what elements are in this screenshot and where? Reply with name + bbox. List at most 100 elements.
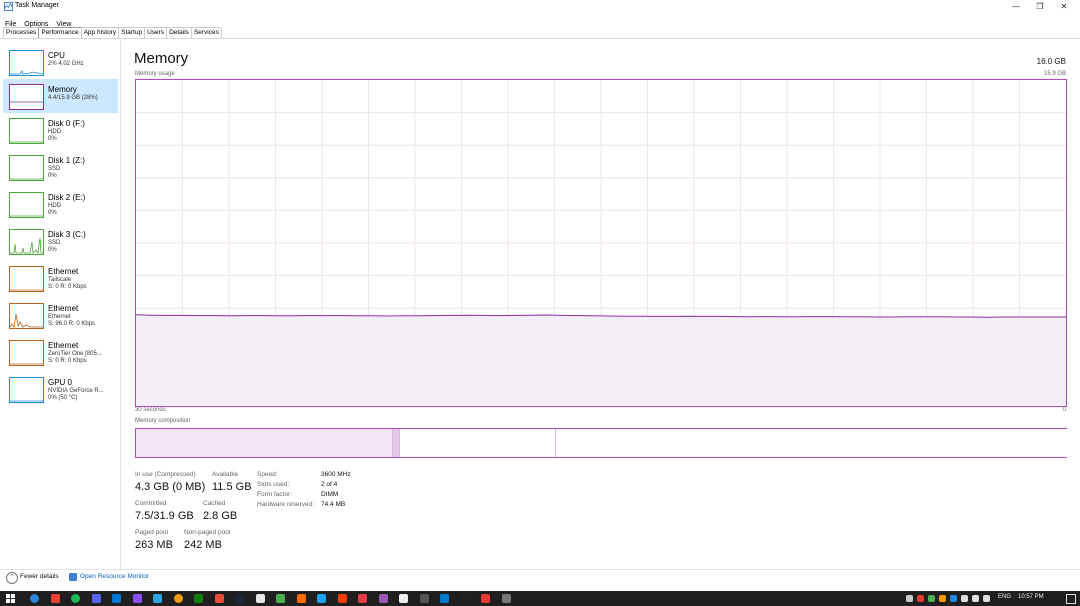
thumbnail-sparkline: [10, 215, 43, 217]
gpu-thumbnail: [9, 377, 44, 403]
disk-thumbnail: [9, 192, 44, 218]
tab-users[interactable]: Users: [144, 27, 168, 38]
system-tray-icon[interactable]: [906, 595, 913, 602]
taskbar-app-icon[interactable]: [30, 594, 39, 603]
sidebar-item-detail: NVIDIA GeForce R...: [48, 388, 104, 394]
sidebar-item-label: Memory: [48, 85, 77, 94]
memory-usage-max: 15.9 GB: [1043, 71, 1066, 77]
system-tray-icon[interactable]: [917, 595, 924, 602]
form-factor-value: DIMM: [321, 491, 339, 498]
language-indicator[interactable]: ENG: [998, 594, 1011, 600]
sidebar-item-cpu[interactable]: CPU 2% 4.02 GHz: [3, 45, 118, 79]
title-bar: [0, 0, 1080, 13]
taskbar-app-icon[interactable]: [194, 594, 203, 603]
tab-details[interactable]: Details: [166, 27, 192, 38]
system-tray-icon[interactable]: [928, 595, 935, 602]
cached-value: 2.8 GB: [203, 510, 238, 522]
memory-composition-bar[interactable]: [135, 428, 1067, 458]
task-manager-app-icon: [4, 2, 13, 11]
sidebar-item-disk-1[interactable]: Disk 1 (Z:) SSD 0%: [3, 150, 118, 184]
available-label: Available: [212, 471, 239, 478]
sidebar-item-value: 0% (50 °C): [48, 395, 78, 401]
system-tray-icon[interactable]: [972, 595, 979, 602]
maximize-button[interactable]: ❐: [1028, 0, 1052, 13]
sidebar-item-label: Disk 3 (C:): [48, 230, 86, 239]
tab-app-history[interactable]: App history: [80, 27, 120, 38]
tab-services[interactable]: Services: [190, 27, 222, 38]
taskbar-app-icon[interactable]: [317, 594, 326, 603]
taskbar-app-icon[interactable]: [112, 594, 121, 603]
sidebar-item-label: Disk 2 (E:): [48, 193, 86, 202]
sidebar-item-ethernet-zerotier[interactable]: Ethernet ZeroTier One [805... S: 0 R: 0 …: [3, 335, 118, 369]
taskbar-app-icon[interactable]: [173, 594, 183, 603]
sidebar-item-label: CPU: [48, 51, 65, 60]
sidebar-item-disk-3[interactable]: Disk 3 (C:) SSD 0%: [3, 224, 118, 258]
composition-free[interactable]: [554, 429, 1067, 457]
sidebar-item-ethernet-tailscale[interactable]: Ethernet Tailscale S: 0 R: 0 Kbps: [3, 261, 118, 295]
footer-divider: [0, 569, 1080, 570]
taskbar-app-icon[interactable]: [419, 594, 429, 603]
sidebar-item-disk-2[interactable]: Disk 2 (E:) HDD 0%: [3, 187, 118, 221]
system-tray-icon[interactable]: [983, 595, 990, 602]
thumbnail-line: [10, 70, 43, 75]
system-tray-icon[interactable]: [950, 595, 957, 602]
slots-used-value: 2 of 4: [321, 481, 338, 488]
sidebar-item-value: S: 0 R: 0 Kbps: [48, 358, 87, 364]
sidebar-item-disk-0[interactable]: Disk 0 (F:) HDD 0%: [3, 113, 118, 147]
ethernet-thumbnail: [9, 266, 44, 292]
sidebar-item-ethernet[interactable]: Ethernet Ethernet S: 96.0 R: 0 Kbps: [3, 298, 118, 332]
taskbar-app-icon[interactable]: [501, 594, 511, 603]
sidebar-item-label: Disk 0 (F:): [48, 119, 85, 128]
hardware-reserved-label: Hardware reserved:: [257, 501, 315, 508]
close-button[interactable]: ✕: [1052, 0, 1076, 13]
taskbar-app-icon[interactable]: [71, 594, 80, 603]
taskbar-app-icon[interactable]: [378, 594, 388, 603]
clock[interactable]: 10:57 PM: [1018, 594, 1044, 600]
taskbar-app-icon[interactable]: [214, 594, 224, 603]
non-paged-pool-label: Non-paged pool: [184, 529, 231, 536]
taskbar-app-icon[interactable]: [50, 594, 60, 603]
taskbar-app-icon[interactable]: [337, 594, 347, 603]
taskbar-app-icon[interactable]: [440, 594, 449, 603]
taskbar-app-icon[interactable]: [358, 594, 367, 603]
taskbar-app-icon[interactable]: [235, 594, 244, 603]
taskbar-app-icon[interactable]: [153, 594, 162, 603]
system-tray-icon[interactable]: [939, 595, 946, 602]
windows-start-icon[interactable]: [6, 594, 15, 603]
notification-icon[interactable]: [1066, 594, 1076, 604]
tab-startup[interactable]: Startup: [118, 27, 146, 38]
menu-bar: File Options View: [0, 13, 74, 28]
taskbar-app-icon[interactable]: [481, 594, 490, 603]
taskbar-app-icon[interactable]: [255, 594, 265, 603]
window-title: Task Manager: [15, 2, 59, 9]
open-resource-monitor-link[interactable]: Open Resource Monitor: [80, 573, 149, 580]
memory-thumbnail: [9, 84, 44, 110]
taskbar-app-icon[interactable]: [296, 594, 306, 603]
composition-in-use[interactable]: [136, 429, 392, 457]
sidebar-item-memory[interactable]: Memory 4.4/15.9 GB (28%): [3, 79, 118, 113]
disk-thumbnail: [9, 229, 44, 255]
taskbar-app-icon[interactable]: [276, 594, 285, 603]
system-tray-icon[interactable]: [961, 595, 968, 602]
thumbnail-sparkline: [10, 289, 43, 291]
thumbnail-sparkline: [10, 101, 43, 103]
disk-thumbnail: [9, 118, 44, 144]
sidebar-item-detail: Ethernet: [48, 314, 71, 320]
fewer-details-link[interactable]: Fewer details: [20, 573, 59, 580]
taskbar-app-icon[interactable]: [399, 594, 408, 603]
composition-standby[interactable]: [399, 429, 556, 457]
taskbar-app-icon[interactable]: [460, 594, 470, 603]
chevron-up-icon[interactable]: ⌃: [6, 572, 18, 584]
x-axis-start-label: 30 seconds: [135, 407, 166, 413]
slots-used-label: Slots used:: [257, 481, 290, 488]
sidebar-item-value: 0%: [48, 173, 57, 179]
committed-label: Committed: [135, 500, 167, 507]
sidebar-item-gpu-0[interactable]: GPU 0 NVIDIA GeForce R... 0% (50 °C): [3, 372, 118, 406]
resource-monitor-icon[interactable]: [69, 573, 77, 581]
tab-performance[interactable]: Performance: [38, 27, 82, 38]
minimize-button[interactable]: —: [1004, 0, 1028, 13]
tab-divider: [0, 38, 1080, 39]
tab-processes[interactable]: Processes: [3, 27, 40, 38]
taskbar-app-icon[interactable]: [132, 594, 142, 603]
taskbar-app-icon[interactable]: [91, 594, 101, 603]
